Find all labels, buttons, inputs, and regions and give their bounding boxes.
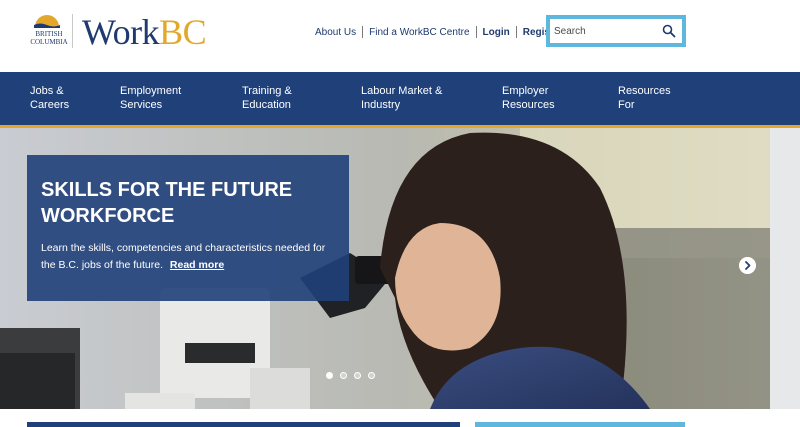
search-box <box>546 15 686 47</box>
nav-item-training-education[interactable]: Training & Education <box>242 84 292 112</box>
feature-block-right <box>475 422 685 427</box>
feature-block-left <box>27 422 460 427</box>
bc-government-logo[interactable]: BRITISH COLUMBIA <box>26 12 70 52</box>
nav-item-label: Employment <box>120 85 182 97</box>
nav-item-label: Training & <box>242 85 292 97</box>
read-more-link[interactable]: Read more <box>170 259 224 271</box>
login-link[interactable]: Login <box>477 27 516 38</box>
nav-item-resources-for[interactable]: Resources For <box>618 84 671 112</box>
carousel-dot[interactable] <box>368 372 375 379</box>
carousel-dots <box>326 372 375 380</box>
site-header: BRITISH COLUMBIA WorkBC About Us Find a … <box>0 0 800 72</box>
nav-item-label: Careers <box>30 99 70 111</box>
carousel-dot[interactable] <box>354 372 361 379</box>
nav-item-label: Resources <box>502 99 555 111</box>
nav-item-jobs-careers[interactable]: Jobs & Careers <box>30 84 69 112</box>
nav-item-label: For <box>618 99 635 111</box>
province-wordmark: BRITISH COLUMBIA <box>26 30 72 46</box>
nav-item-label: Services <box>120 99 163 111</box>
nav-item-label: Labour Market & <box>361 85 443 97</box>
hero-description: Learn the skills, competencies and chara… <box>41 240 337 274</box>
nav-item-label: Education <box>242 99 291 111</box>
utility-links: About Us Find a WorkBC Centre Login Regi… <box>315 24 569 40</box>
nav-item-employer-resources[interactable]: Employer Resources <box>502 84 555 112</box>
find-centre-link[interactable]: Find a WorkBC Centre <box>363 27 475 38</box>
carousel-dot[interactable] <box>340 372 347 379</box>
chevron-right-icon[interactable] <box>739 257 756 274</box>
nav-item-label: Industry <box>361 99 401 111</box>
content-area-peek <box>0 409 800 427</box>
province-line-1: BRITISH <box>35 30 63 38</box>
workbc-logo[interactable]: WorkBC <box>82 10 207 54</box>
carousel-dot[interactable] <box>326 372 333 379</box>
nav-item-label: Employer <box>502 85 549 97</box>
search-input[interactable] <box>554 22 654 40</box>
hero-caption-panel: SKILLS FOR THE FUTURE WORKFORCE Learn th… <box>27 155 349 301</box>
hero-carousel: SKILLS FOR THE FUTURE WORKFORCE Learn th… <box>0 128 800 409</box>
nav-item-employment-services[interactable]: Employment Services <box>120 84 181 112</box>
about-us-link[interactable]: About Us <box>315 27 362 38</box>
nav-item-labour-market[interactable]: Labour Market & Industry <box>361 84 442 112</box>
logo-divider <box>72 14 73 48</box>
hero-title: SKILLS FOR THE FUTURE WORKFORCE <box>41 179 293 227</box>
brand-bc: BC <box>159 12 207 52</box>
main-navigation: Jobs & Careers Employment Services Train… <box>0 72 800 125</box>
sun-icon <box>34 15 60 28</box>
search-icon[interactable] <box>662 24 676 38</box>
nav-item-label: Jobs & <box>30 85 64 97</box>
brand-work: Work <box>82 12 160 52</box>
province-line-2: COLUMBIA <box>30 38 68 46</box>
nav-item-label: Resources <box>618 85 671 97</box>
